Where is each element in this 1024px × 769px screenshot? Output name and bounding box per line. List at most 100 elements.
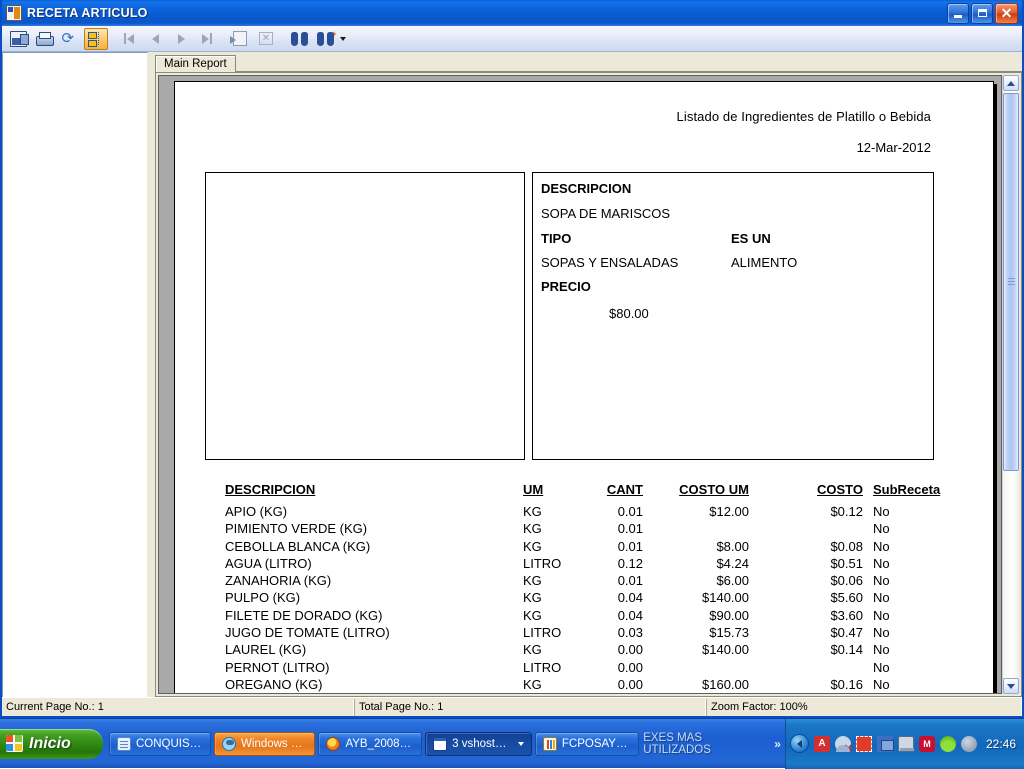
volume-muted-icon[interactable]	[961, 736, 977, 752]
export-icon	[10, 31, 27, 47]
tipo-label: TIPO	[541, 231, 571, 246]
table-row: PIMIENTO VERDE (KG)KG0.01No	[193, 521, 983, 538]
cell-descripcion: JUGO DE TOMATE (LITRO)	[225, 625, 390, 640]
tab-main-report[interactable]: Main Report	[155, 55, 236, 72]
scrollbar-thumb[interactable]	[1003, 93, 1019, 471]
cell-costo: $0.14	[793, 642, 863, 657]
previous-page-button[interactable]	[143, 28, 167, 50]
cell-descripcion: ZANAHORIA (KG)	[225, 573, 331, 588]
cell-um: KG	[523, 539, 542, 554]
visual-studio-icon	[433, 737, 447, 751]
descripcion-value: SOPA DE MARISCOS	[541, 206, 670, 221]
taskbar-item[interactable]: CONQUIST...	[109, 732, 211, 756]
taskbar-item[interactable]: Windows Li...	[214, 732, 315, 756]
refresh-report-button[interactable]: ⟳	[58, 28, 82, 50]
search-dropdown-arrow-icon[interactable]	[340, 37, 346, 41]
user-offline-icon[interactable]: ✕	[835, 736, 851, 752]
scroll-down-button[interactable]	[1003, 678, 1019, 694]
taskbar-item-label: Windows Li...	[241, 738, 307, 750]
cell-um: KG	[523, 677, 542, 692]
toggle-group-tree-button[interactable]	[84, 28, 108, 50]
tray-clock[interactable]: 22:46	[986, 737, 1016, 751]
cell-subreceta: No	[873, 625, 890, 640]
table-row: PERNOT (LITRO)LITRO0.00No	[193, 660, 983, 677]
start-button-label: Inicio	[29, 735, 71, 753]
restore-icon	[978, 9, 987, 17]
report-scroll-area: Listado de Ingredientes de Platillo o Be…	[158, 75, 1002, 694]
chevron-down-icon	[1007, 684, 1015, 689]
acrobat-icon[interactable]: A	[814, 736, 830, 752]
table-body: APIO (KG)KG0.01$12.00$0.12NoPIMIENTO VER…	[193, 504, 983, 694]
taskbar-item[interactable]: FCPOSAYB...	[535, 732, 639, 756]
taskbar-item-label: FCPOSAYB...	[562, 738, 631, 750]
table-row: FILETE DE DORADO (KG)KG0.04$90.00$3.60No	[193, 608, 983, 625]
cell-descripcion: FILETE DE DORADO (KG)	[225, 608, 382, 623]
maximize-button[interactable]	[971, 3, 993, 24]
cell-um: LITRO	[523, 660, 561, 675]
mcafee-icon[interactable]: M	[919, 736, 935, 752]
taskbar-item[interactable]: 3 vshost3...	[425, 732, 532, 756]
precio-value: $80.00	[609, 306, 649, 321]
cell-costo-um: $140.00	[663, 590, 749, 605]
minimize-button[interactable]	[947, 3, 969, 24]
close-current-view-button[interactable]: ✕	[254, 28, 278, 50]
group-tree-panel[interactable]	[2, 52, 148, 697]
cell-cant: 0.01	[587, 573, 643, 588]
go-to-page-button[interactable]	[228, 28, 252, 50]
first-page-button[interactable]	[117, 28, 141, 50]
cell-costo-um: $140.00	[663, 642, 749, 657]
wireless-icon[interactable]	[940, 736, 956, 752]
header-descripcion: DESCRIPCION	[225, 482, 315, 497]
report-info-box: DESCRIPCION SOPA DE MARISCOS TIPO SOPAS …	[532, 172, 934, 460]
chevron-down-icon[interactable]	[518, 742, 524, 746]
report-image-placeholder-box	[205, 172, 525, 460]
taskbar-item[interactable]: AYB_2008 (...	[318, 732, 422, 756]
taskbar-item-label: AYB_2008 (...	[345, 738, 414, 750]
scrollbar-track[interactable]	[1003, 91, 1019, 678]
report-page: Listado de Ingredientes de Platillo o Be…	[174, 81, 994, 694]
start-button[interactable]: Inicio	[0, 729, 103, 759]
cell-cant: 0.01	[587, 521, 643, 536]
taskbar-quicklaunch-band[interactable]: EXES MAS UTILIZADOS »	[639, 731, 785, 757]
cell-um: LITRO	[523, 556, 561, 571]
cell-cant: 0.04	[587, 590, 643, 605]
tray-expand-button[interactable]	[790, 734, 809, 753]
search-expert-button[interactable]: +	[313, 28, 337, 50]
next-page-button[interactable]	[169, 28, 193, 50]
table-row: CEBOLLA BLANCA (KG)KG0.01$8.00$0.08No	[193, 539, 983, 556]
ingredients-table: DESCRIPCION UM CANT COSTO UM COSTO SubRe…	[193, 482, 983, 694]
cell-subreceta: No	[873, 539, 890, 554]
cell-subreceta: No	[873, 642, 890, 657]
search-text-button[interactable]	[287, 28, 311, 50]
cell-costo: $3.60	[793, 608, 863, 623]
scroll-up-button[interactable]	[1003, 75, 1019, 91]
cell-descripcion: PULPO (KG)	[225, 590, 300, 605]
close-button[interactable]: ✕	[995, 3, 1018, 24]
export-report-button[interactable]	[6, 28, 30, 50]
cell-cant: 0.00	[587, 642, 643, 657]
cell-subreceta: No	[873, 608, 890, 623]
display-icon[interactable]	[898, 736, 914, 752]
cell-costo: $0.47	[793, 625, 863, 640]
report-vertical-scrollbar[interactable]	[1002, 75, 1019, 694]
cell-cant: 0.04	[587, 608, 643, 623]
system-tray: A ✕ ✕ M 22:46	[785, 719, 1024, 769]
cell-costo-um: $90.00	[663, 608, 749, 623]
last-page-button[interactable]	[195, 28, 219, 50]
cell-cant: 0.03	[587, 625, 643, 640]
chevron-double-right-icon[interactable]: »	[774, 737, 781, 751]
recording-stop-icon[interactable]	[856, 736, 872, 752]
scrollbar-grip-icon	[1008, 278, 1015, 286]
close-view-icon: ✕	[259, 32, 273, 45]
taskbar-items: CONQUIST... Windows Li... AYB_2008 (... 3 v…	[103, 732, 639, 756]
cell-descripcion: APIO (KG)	[225, 504, 287, 519]
group-tree-icon	[88, 31, 105, 47]
cell-descripcion: PERNOT (LITRO)	[225, 660, 330, 675]
print-report-button[interactable]	[32, 28, 56, 50]
cell-costo-um: $160.00	[663, 677, 749, 692]
network-disconnected-icon[interactable]: ✕	[877, 736, 893, 752]
chevron-left-icon	[797, 740, 802, 748]
go-to-page-icon	[233, 31, 247, 46]
cell-subreceta: No	[873, 556, 890, 571]
cell-descripcion: LAUREL (KG)	[225, 642, 306, 657]
